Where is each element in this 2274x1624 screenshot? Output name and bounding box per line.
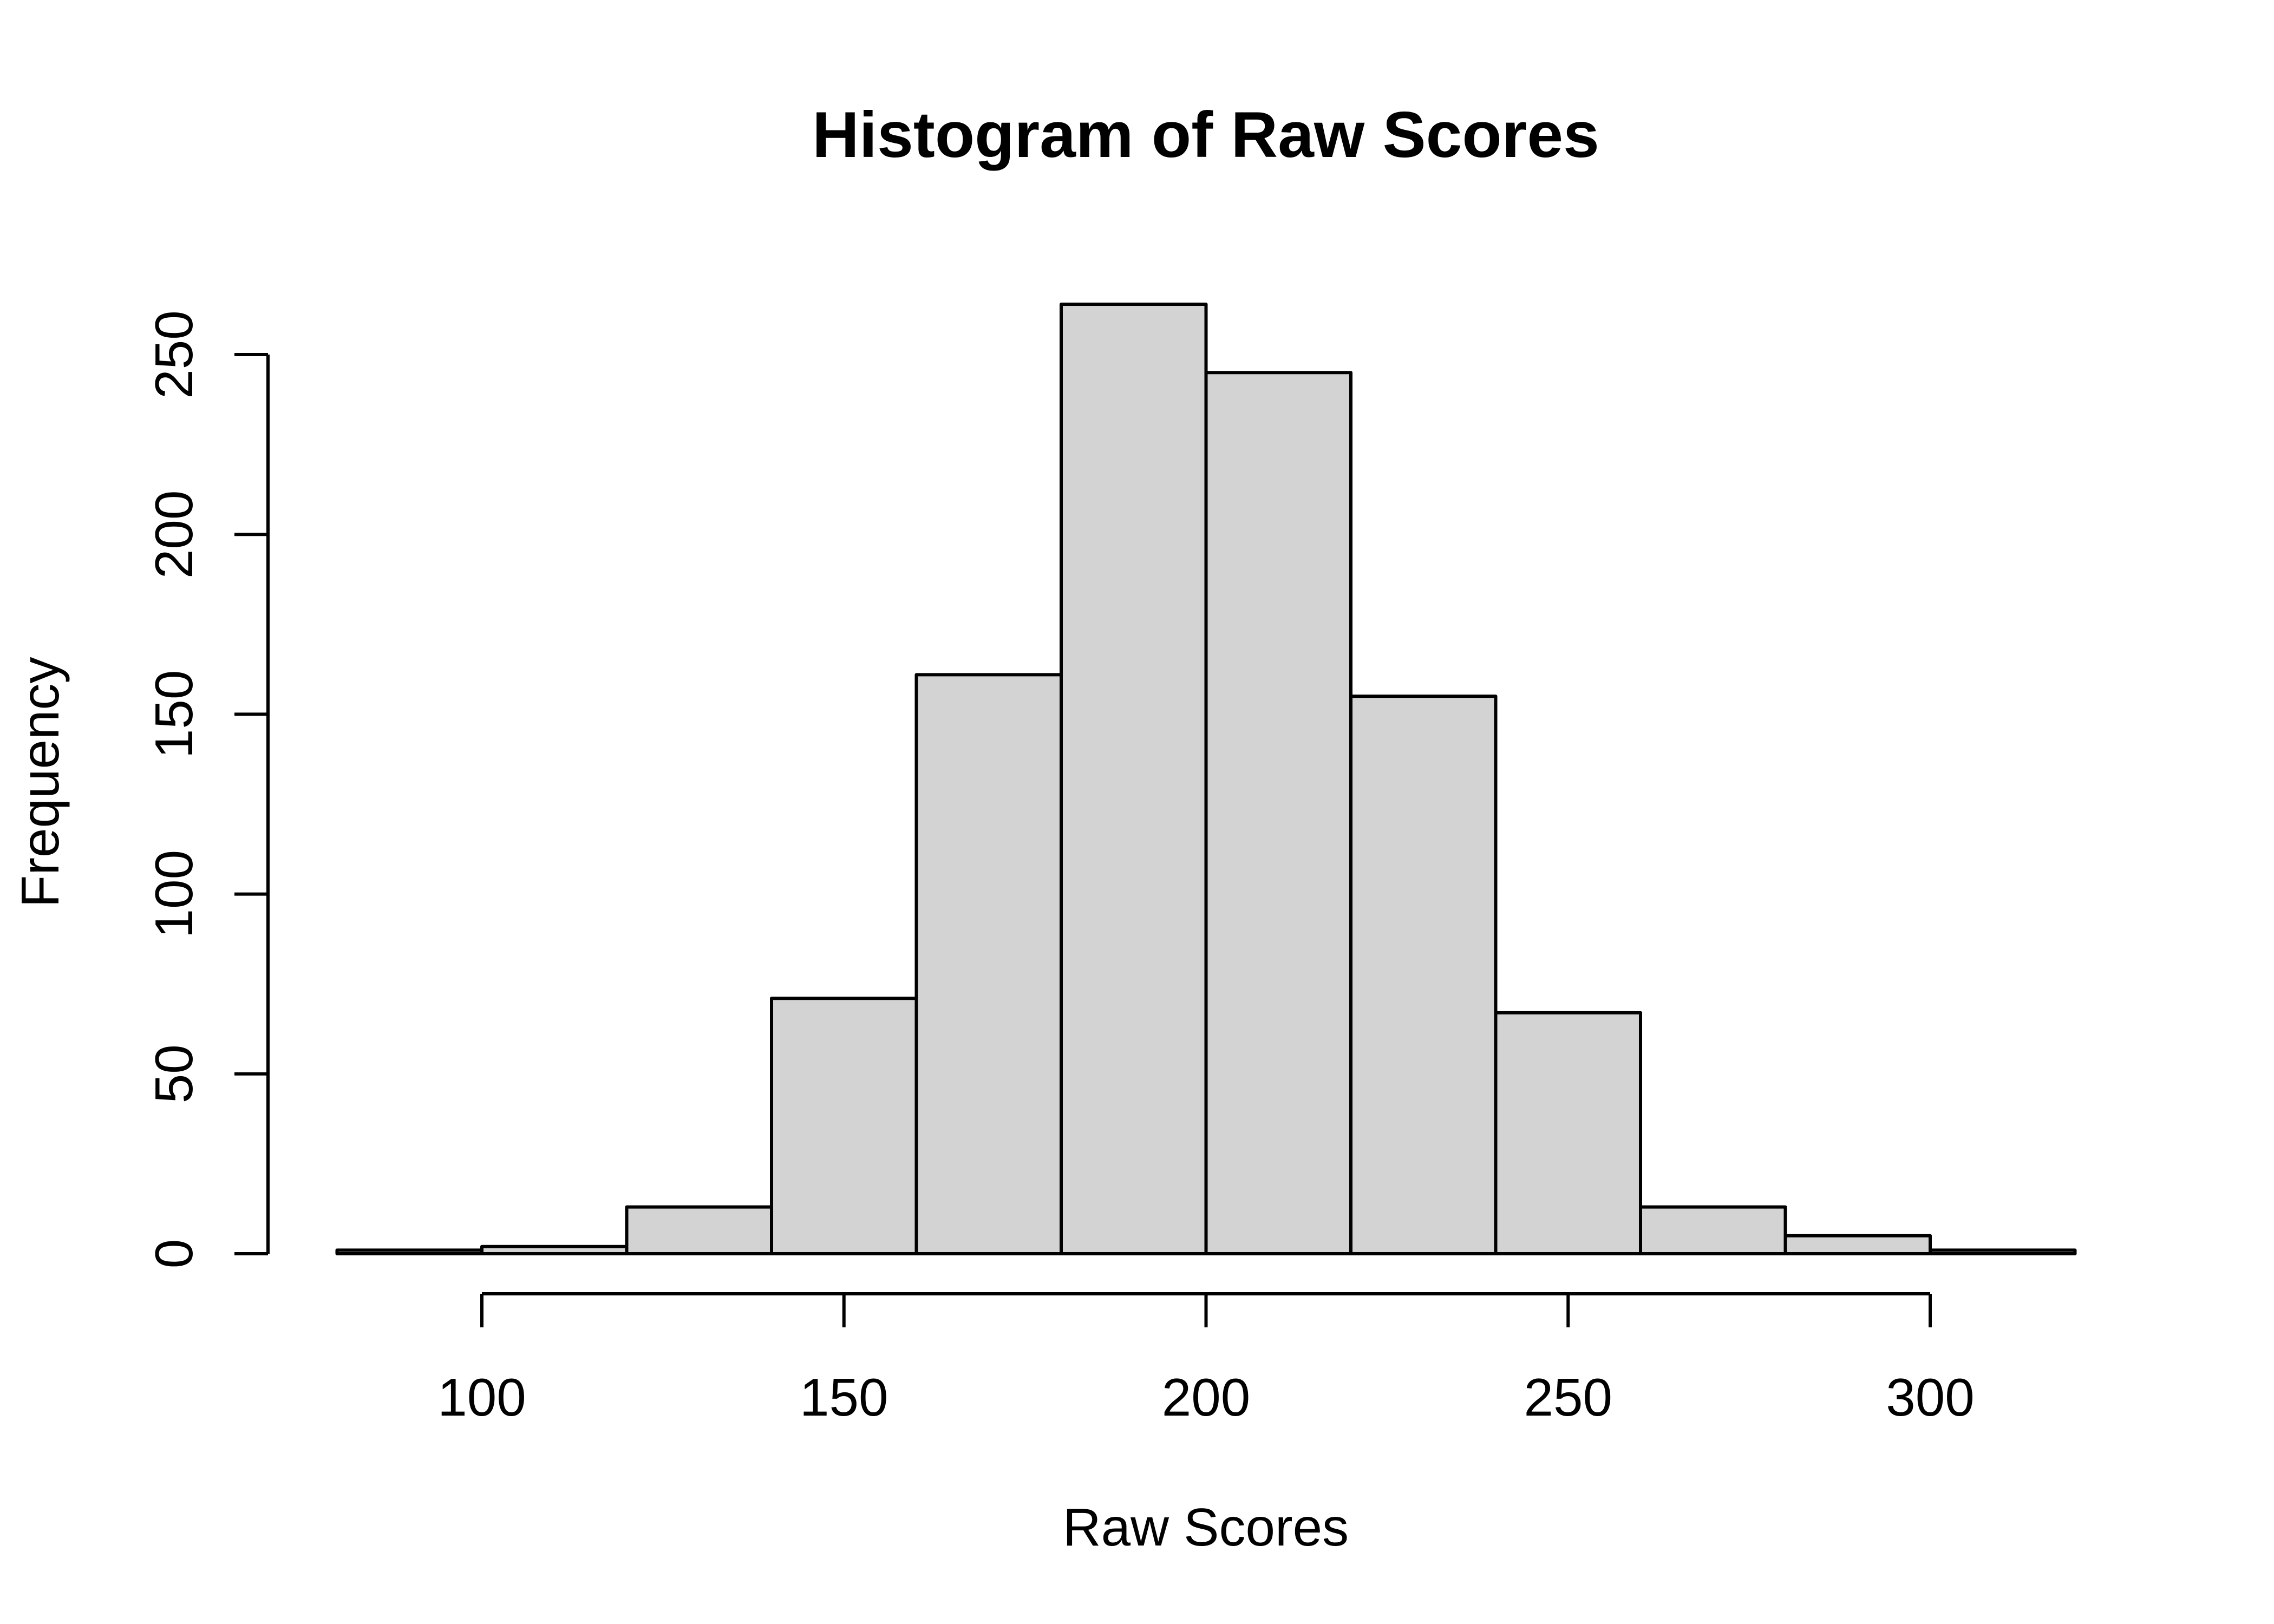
- histogram-bar: [1204, 371, 1352, 1255]
- x-axis-label: Raw Scores: [1063, 1497, 1349, 1557]
- histogram-bar: [1060, 302, 1208, 1255]
- histogram-chart: Histogram of Raw Scores 050100150200250 …: [0, 0, 2274, 1624]
- y-tick-label: 50: [144, 1044, 204, 1103]
- histogram-bar: [625, 1205, 773, 1255]
- x-tick-label: 100: [437, 1367, 526, 1427]
- histogram-bar: [1639, 1205, 1787, 1255]
- y-tick-label: 0: [144, 1239, 204, 1269]
- histogram-bar: [770, 997, 918, 1255]
- chart-title: Histogram of Raw Scores: [812, 99, 1599, 171]
- histogram-bar: [1783, 1234, 1932, 1256]
- y-tick-label: 250: [144, 310, 204, 399]
- y-axis-label: Frequency: [10, 657, 70, 907]
- y-tick-label: 200: [144, 490, 204, 579]
- x-tick-label: 150: [800, 1367, 888, 1427]
- histogram-bar: [1349, 695, 1498, 1255]
- x-tick-label: 200: [1162, 1367, 1251, 1427]
- y-tick-label: 100: [144, 850, 204, 939]
- x-tick-label: 300: [1886, 1367, 1975, 1427]
- x-tick-label: 250: [1524, 1367, 1612, 1427]
- histogram-bar: [1494, 1011, 1642, 1256]
- y-tick-label: 150: [144, 670, 204, 759]
- histogram-bar: [480, 1245, 629, 1255]
- histogram-bar: [914, 673, 1063, 1255]
- histogram-bar: [1929, 1248, 2077, 1255]
- histogram-bar: [335, 1248, 483, 1255]
